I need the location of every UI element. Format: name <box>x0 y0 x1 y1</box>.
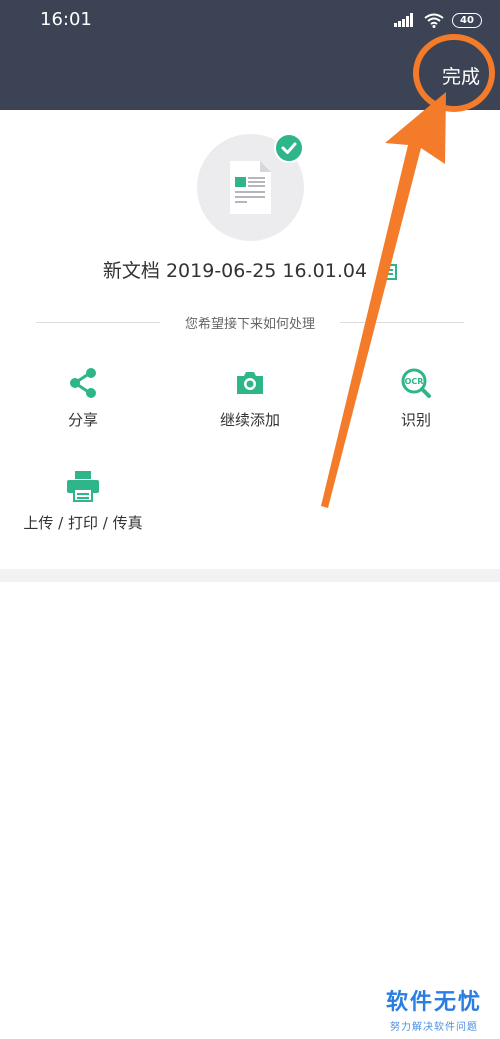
signal-icon <box>394 13 413 27</box>
status-bar: 16:01 40 <box>0 0 500 40</box>
share-icon <box>70 368 96 398</box>
ocr-label: 识别 <box>400 411 431 429</box>
ocr-action[interactable]: OCR 识别 <box>376 367 456 430</box>
ocr-search-icon: OCR <box>401 368 431 398</box>
section-separator <box>0 569 500 582</box>
continue-add-label: 继续添加 <box>219 411 280 429</box>
share-label: 分享 <box>67 411 98 429</box>
done-button[interactable]: 完成 <box>442 62 480 89</box>
wifi-icon <box>424 13 444 28</box>
divider-line <box>340 322 464 323</box>
upload-print-fax-action[interactable]: 上传 / 打印 / 传真 <box>13 470 153 533</box>
watermark: 软件无忧 努力解决软件问题 <box>386 984 482 1033</box>
section-divider: 您希望接下来如何处理 <box>36 311 464 333</box>
printer-icon <box>67 471 99 502</box>
share-action[interactable]: 分享 <box>43 367 123 430</box>
battery-icon: 40 <box>452 12 482 28</box>
edit-icon[interactable] <box>381 263 398 280</box>
battery-level: 40 <box>460 14 474 26</box>
status-time: 16:01 <box>40 9 92 30</box>
upload-print-fax-label: 上传 / 打印 / 传真 <box>23 514 143 532</box>
continue-add-action[interactable]: 继续添加 <box>200 367 300 430</box>
svg-text:OCR: OCR <box>405 377 424 386</box>
camera-icon <box>237 372 263 394</box>
app-bar: 完成 <box>0 40 500 110</box>
watermark-subtitle: 努力解决软件问题 <box>389 1022 478 1033</box>
watermark-title: 软件无忧 <box>385 990 482 1015</box>
annotation-arrow <box>321 92 446 508</box>
check-badge-icon <box>274 133 304 163</box>
document-title: 新文档 2019-06-25 16.01.04 <box>102 260 368 282</box>
document-title-row: 新文档 2019-06-25 16.01.04 <box>0 256 500 283</box>
status-icons: 40 <box>394 10 482 30</box>
